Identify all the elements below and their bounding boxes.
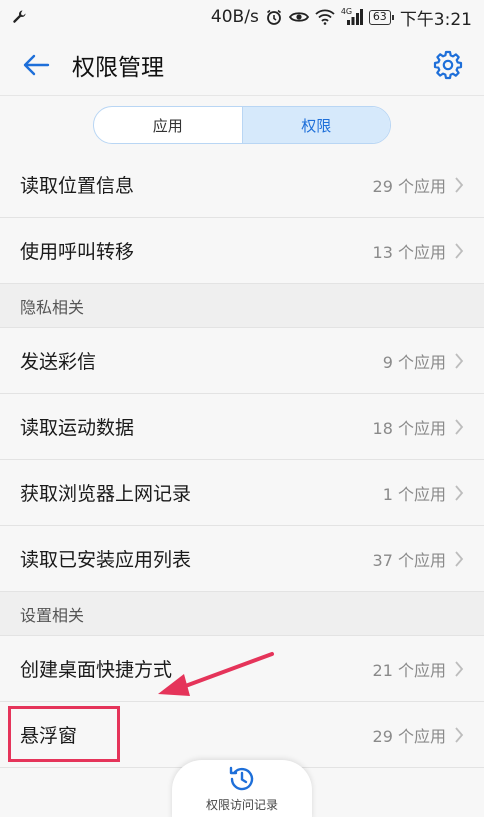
list-item-floating-window[interactable]: 悬浮窗 29 个应用 xyxy=(0,702,484,768)
back-button[interactable] xyxy=(18,47,54,83)
list-item-label: 悬浮窗 xyxy=(20,725,78,747)
list-item-motion-data[interactable]: 读取运动数据 18 个应用 xyxy=(0,394,484,460)
list-item-location[interactable]: 读取位置信息 29 个应用 xyxy=(0,152,484,218)
list-item-label: 读取位置信息 xyxy=(20,175,135,197)
tab-apps[interactable]: 应用 xyxy=(94,107,242,143)
app-header: 权限管理 xyxy=(0,34,484,96)
status-bar: 40B/s 4G 63 下午3:21 xyxy=(0,0,484,34)
list-item-call-forwarding[interactable]: 使用呼叫转移 13 个应用 xyxy=(0,218,484,284)
signal-icon: 4G xyxy=(340,7,363,25)
list-item-count: 9 个应用 xyxy=(382,352,446,372)
list-item-label: 发送彩信 xyxy=(20,351,97,373)
alarm-icon xyxy=(265,8,283,26)
battery-indicator: 63 xyxy=(368,9,394,25)
tab-permissions[interactable]: 权限 xyxy=(241,107,390,143)
segmented-control: 应用 权限 xyxy=(93,106,391,144)
section-header-privacy: 隐私相关 xyxy=(0,284,484,328)
network-type: 4G xyxy=(340,7,353,16)
list-item-count: 1 个应用 xyxy=(382,484,446,504)
list-item-label: 读取已安装应用列表 xyxy=(20,549,192,571)
gear-icon xyxy=(433,50,463,79)
list-item-installed-apps[interactable]: 读取已安装应用列表 37 个应用 xyxy=(0,526,484,592)
list-item-label: 使用呼叫转移 xyxy=(20,241,135,263)
tab-bar: 应用 权限 xyxy=(0,96,484,152)
list-item-count: 18 个应用 xyxy=(372,418,446,438)
list-item-count: 21 个应用 xyxy=(372,660,446,680)
list-item-browser-history[interactable]: 获取浏览器上网记录 1 个应用 xyxy=(0,460,484,526)
arrow-left-icon xyxy=(23,54,50,75)
list-item-desktop-shortcut[interactable]: 创建桌面快捷方式 21 个应用 xyxy=(0,636,484,702)
history-clock-icon xyxy=(229,766,254,791)
list-item-count: 29 个应用 xyxy=(372,176,446,196)
list-item-count: 37 个应用 xyxy=(372,550,446,570)
chevron-right-icon xyxy=(454,660,464,678)
list-item-send-mms[interactable]: 发送彩信 9 个应用 xyxy=(0,328,484,394)
chevron-right-icon xyxy=(454,726,464,744)
clock: 下午3:21 xyxy=(399,9,472,30)
chevron-right-icon xyxy=(454,418,464,436)
wrench-icon xyxy=(12,9,28,25)
list-item-count: 29 个应用 xyxy=(372,726,446,746)
access-history-button[interactable]: 权限访问记录 xyxy=(172,760,312,817)
access-history-label: 权限访问记录 xyxy=(205,798,278,812)
eye-icon xyxy=(288,9,309,25)
list-item-label: 读取运动数据 xyxy=(20,417,135,439)
settings-button[interactable] xyxy=(430,47,466,83)
chevron-right-icon xyxy=(454,352,464,370)
section-header-settings: 设置相关 xyxy=(0,592,484,636)
network-speed: 40B/s xyxy=(210,7,259,27)
chevron-right-icon xyxy=(454,550,464,568)
page-title: 权限管理 xyxy=(72,54,164,81)
list-item-label: 创建桌面快捷方式 xyxy=(20,659,173,681)
chevron-right-icon xyxy=(454,484,464,502)
permission-list: 读取位置信息 29 个应用 使用呼叫转移 13 个应用 隐私相关 发送彩信 9 … xyxy=(0,152,484,768)
chevron-right-icon xyxy=(454,176,464,194)
chevron-right-icon xyxy=(454,242,464,260)
wifi-icon xyxy=(315,9,335,25)
list-item-label: 获取浏览器上网记录 xyxy=(20,483,192,505)
list-item-count: 13 个应用 xyxy=(372,242,446,262)
